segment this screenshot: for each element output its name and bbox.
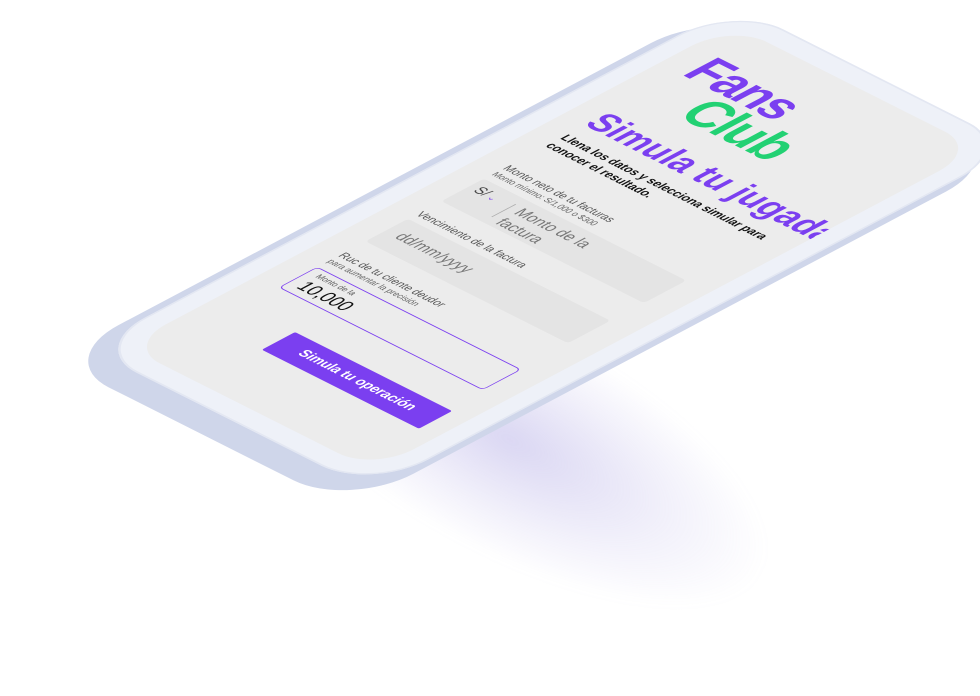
currency-select[interactable]: S/⌄: [469, 185, 511, 207]
